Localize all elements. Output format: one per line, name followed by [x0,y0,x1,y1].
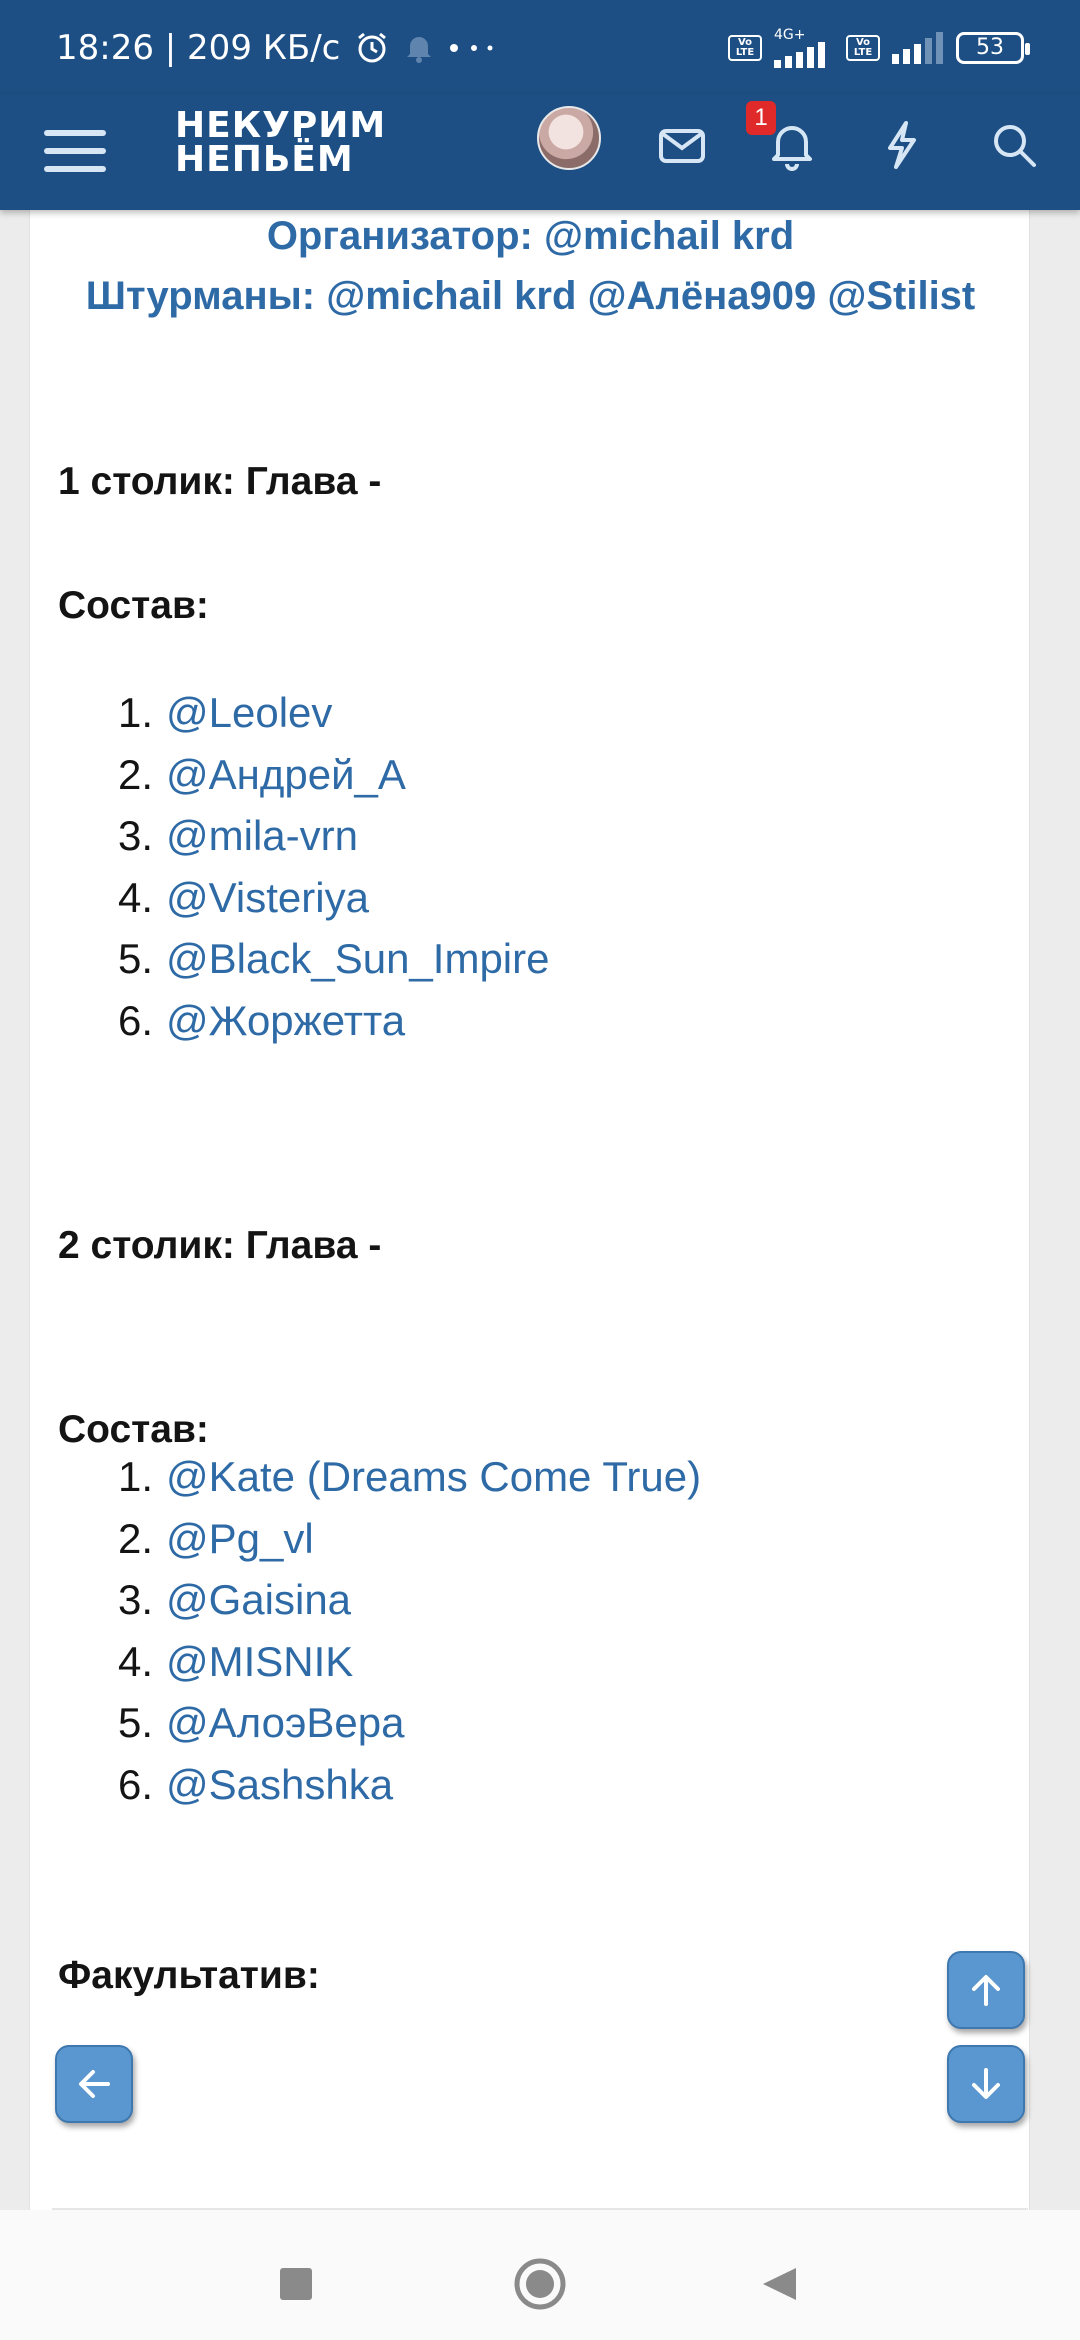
list-item: 6. @Жоржетта [118,990,549,1052]
status-time: 18:26 | 209 КБ/с [56,27,341,68]
navigators-line[interactable]: Штурманы: @michail krd @Алёна909 @Stilis… [30,274,1031,319]
signal-icon-2 [892,31,944,64]
mail-icon[interactable] [652,115,712,175]
avatar[interactable] [537,106,601,170]
scroll-up-button[interactable] [947,1951,1025,2029]
arrow-down-icon [972,2068,1000,2099]
table-1-title: 1 столик: Глава - [58,460,382,503]
organizer-line[interactable]: Организатор: @michail krd [30,214,1031,259]
list-item: 4. @MISNIK [118,1631,701,1693]
list-item: 3. @Gaisina [118,1569,701,1631]
member-link[interactable]: @Sashshka [166,1754,393,1816]
nav-buttons [280,2258,796,2310]
signal-icon: 4G+ [774,28,834,68]
member-link[interactable]: @АлоэВера [166,1692,405,1754]
table-2-members: 1. @Kate (Dreams Come True) 2. @Pg_vl 3. @G… [118,1446,701,1815]
alarm-icon [354,30,390,66]
post-content: Организатор: @michail krd Штурманы: @mic… [29,210,1030,2210]
lightning-icon[interactable] [872,115,932,175]
list-item: 5. @Black_Sun_Impire [118,928,549,990]
volte-icon-2: Vo LTE [846,34,880,61]
member-link[interactable]: @Pg_vl [166,1508,314,1570]
member-link[interactable]: @Жоржетта [166,990,405,1052]
system-nav-bar [0,2210,1080,2340]
list-item: 3. @mila-vrn [118,805,549,867]
home-button-dot [526,2270,554,2298]
member-link[interactable]: @Gaisina [166,1569,351,1631]
list-item: 2. @Pg_vl [118,1508,701,1570]
member-link[interactable]: @Leolev [166,682,332,744]
back-nav-button[interactable] [763,2268,796,2300]
volte-icon: Vo LTE [728,34,762,61]
list-item: 1. @Kate (Dreams Come True) [118,1446,701,1508]
status-bar: 18:26 | 209 КБ/с Vo LTE 4G+ Vo LTE 53 [0,0,1080,95]
search-icon[interactable] [984,115,1044,175]
recent-apps-button[interactable] [280,2268,312,2300]
list-item: 1. @Leolev [118,682,549,744]
list-item: 4. @Visteriya [118,867,549,929]
table-1-composition-label: Состав: [58,584,209,627]
member-link[interactable]: @Visteriya [166,867,369,929]
member-link[interactable]: @Kate (Dreams Come True) [166,1446,701,1508]
notification-muted-icon [404,32,434,64]
table-2-title: 2 столик: Глава - [58,1224,382,1267]
member-link[interactable]: @mila-vrn [166,805,358,867]
member-link[interactable]: @Андрей_А [166,744,406,806]
battery-icon: 53 [956,31,1030,64]
app-root: 18:26 | 209 КБ/с Vo LTE 4G+ Vo LTE 53 НЕ… [0,0,1080,2340]
app-header: НЕКУРИМ НЕПЬЁМ 1 [0,95,1080,210]
list-item: 6. @Sashshka [118,1754,701,1816]
back-button[interactable] [55,2045,133,2123]
table-1-members: 1. @Leolev 2. @Андрей_А 3. @mila-vrn 4. @Vis… [118,682,549,1051]
site-logo[interactable]: НЕКУРИМ НЕПЬЁМ [175,108,386,178]
list-item: 2. @Андрей_А [118,744,549,806]
elective-label: Факультатив: [58,1954,320,1997]
arrow-left-icon [79,2070,110,2098]
menu-icon[interactable] [44,120,106,182]
list-item: 5. @АлоэВера [118,1692,701,1754]
scroll-down-button[interactable] [947,2045,1025,2123]
member-link[interactable]: @MISNIK [166,1631,353,1693]
member-link[interactable]: @Black_Sun_Impire [166,928,549,990]
arrow-up-icon [972,1975,1000,2006]
dots-icon [448,42,498,54]
notification-badge: 1 [746,101,776,135]
